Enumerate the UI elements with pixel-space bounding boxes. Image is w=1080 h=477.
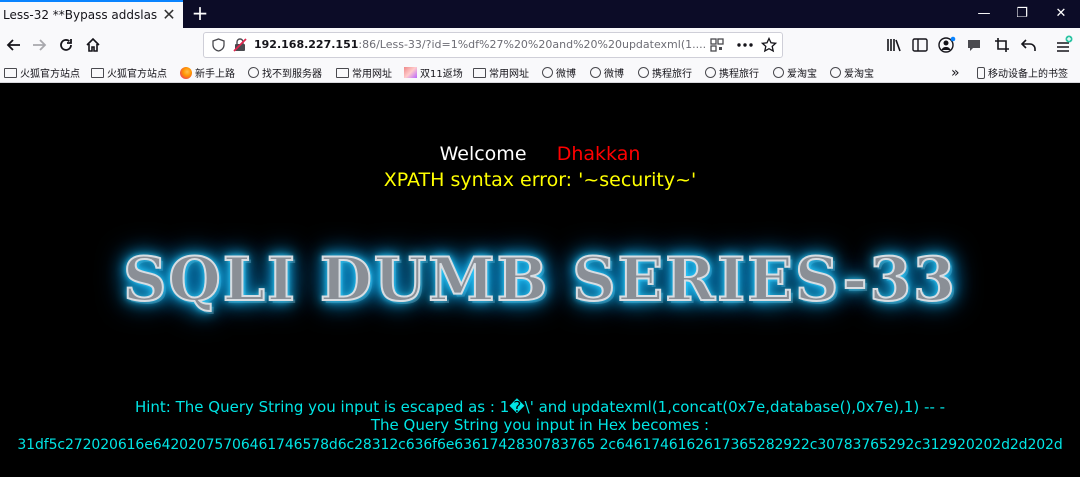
undo-button[interactable] <box>1017 33 1041 57</box>
reload-icon <box>60 39 72 51</box>
bookmark-item[interactable]: 微博 <box>590 64 624 81</box>
bookmark-label: 爱淘宝 <box>787 69 817 80</box>
folder-icon <box>4 68 17 78</box>
bookmark-label: 微博 <box>604 69 624 80</box>
welcome-line: Welcome Dhakkan <box>0 143 1080 165</box>
bookmark-star-icon[interactable] <box>761 37 777 53</box>
error-message: XPATH syntax error: '~security~' <box>383 169 697 191</box>
new-tab-button[interactable]: + <box>189 2 211 24</box>
globe-icon <box>590 67 601 78</box>
globe-icon <box>638 67 649 78</box>
library-icon <box>887 39 901 52</box>
maximize-button[interactable]: ❐ <box>1004 0 1040 28</box>
bookmark-label: 携程旅行 <box>719 69 759 80</box>
firefox-icon <box>180 66 192 79</box>
bookmarks-toolbar: 火狐官方站点 火狐官方站点 新手上路 找不到服务器 常用网址 双11返场 常用网… <box>0 62 1080 83</box>
globe-icon <box>773 67 784 78</box>
bookmark-item[interactable]: 携程旅行 <box>638 64 692 81</box>
library-button[interactable] <box>882 33 906 57</box>
bookmark-label: 常用网址 <box>489 69 529 80</box>
bookmark-label: 微博 <box>556 69 576 80</box>
bookmark-item[interactable]: 火狐官方站点 <box>91 64 167 81</box>
bookmark-label: 常用网址 <box>352 69 392 80</box>
hex-value: 31df5c272020616e64202075706461746578d6c2… <box>17 437 1063 453</box>
menu-button[interactable] <box>1052 33 1076 57</box>
bookmark-item[interactable]: 爱淘宝 <box>773 64 817 81</box>
bookmark-label: 爱淘宝 <box>844 69 874 80</box>
tab-bar: Less-32 **Bypass addslashes()** ✕ + — ❐ … <box>0 0 1080 28</box>
bookmark-label: 双11返场 <box>420 69 463 80</box>
page-content: Welcome Dhakkan XPATH syntax error: '~se… <box>0 83 1080 477</box>
bookmark-label: 找不到服务器 <box>262 69 322 80</box>
bookmark-item[interactable]: 携程旅行 <box>705 64 759 81</box>
folder-icon <box>91 68 104 78</box>
chat-button[interactable] <box>962 33 986 57</box>
globe-icon <box>248 67 259 78</box>
banner-title: SQLI DUMB SERIES-33 <box>122 244 957 316</box>
back-button[interactable] <box>2 33 26 57</box>
bookmark-label: 火狐官方站点 <box>20 69 80 80</box>
bookmark-item[interactable]: 找不到服务器 <box>248 64 322 81</box>
globe-icon <box>542 67 553 78</box>
bookmark-item[interactable]: 常用网址 <box>473 64 529 81</box>
qr-code-icon[interactable] <box>709 37 725 53</box>
shield-icon[interactable] <box>210 37 226 53</box>
folder-icon <box>473 68 486 78</box>
url-path: :86/Less-33/?id=1%df%27%20%20and%20%20up… <box>358 38 707 51</box>
home-icon <box>86 37 100 52</box>
bookmarks-overflow-button[interactable]: » <box>951 64 960 81</box>
folder-icon <box>336 68 349 78</box>
undo-icon <box>1021 39 1036 51</box>
url-bar[interactable]: 192.168.227.151:86/Less-33/?id=1%df%27%2… <box>203 32 783 58</box>
welcome-text: Welcome <box>439 143 527 165</box>
bookmark-label: 新手上路 <box>195 69 235 80</box>
screenshot-button[interactable] <box>990 33 1014 57</box>
minimize-button[interactable]: — <box>966 0 1002 28</box>
forward-button[interactable] <box>27 33 51 57</box>
bookmark-label: 火狐官方站点 <box>107 69 167 80</box>
tab-close-icon[interactable]: ✕ <box>161 7 177 23</box>
hamburger-menu-icon <box>1057 35 1073 52</box>
chat-bubble-icon <box>968 40 980 51</box>
image-icon <box>404 67 417 78</box>
home-button[interactable] <box>81 33 105 57</box>
reload-button[interactable] <box>54 33 78 57</box>
hint-text: Hint: The Query String you input is esca… <box>134 398 946 416</box>
back-arrow-icon <box>6 39 20 51</box>
insecure-lock-icon[interactable] <box>232 37 248 53</box>
tab-title: Less-32 **Bypass addslashes()** <box>3 8 158 22</box>
globe-icon <box>830 67 841 78</box>
mobile-bookmarks-label: 移动设备上的书签 <box>988 69 1068 80</box>
mobile-bookmarks[interactable]: 移动设备上的书签 <box>977 64 1068 81</box>
page-actions-icon[interactable] <box>737 37 753 53</box>
active-tab[interactable]: Less-32 **Bypass addslashes()** ✕ <box>0 0 183 28</box>
sidebar-icon <box>912 38 928 52</box>
bookmark-item[interactable]: 新手上路 <box>180 64 235 81</box>
bookmark-item[interactable]: 爱淘宝 <box>830 64 874 81</box>
bookmark-label: 携程旅行 <box>652 69 692 80</box>
url-host: 192.168.227.151 <box>254 38 359 51</box>
account-button[interactable] <box>935 33 959 57</box>
navigation-bar: 192.168.227.151:86/Less-33/?id=1%df%27%2… <box>0 28 1080 62</box>
crop-icon <box>995 38 1009 52</box>
globe-icon <box>705 67 716 78</box>
url-text[interactable]: 192.168.227.151:86/Less-33/?id=1%df%27%2… <box>254 38 709 51</box>
account-icon <box>938 36 956 53</box>
user-name: Dhakkan <box>556 143 641 165</box>
bookmark-item[interactable]: 火狐官方站点 <box>4 64 80 81</box>
forward-arrow-icon <box>33 39 47 51</box>
hex-label: The Query String you input in Hex become… <box>370 416 710 434</box>
bookmark-item[interactable]: 微博 <box>542 64 576 81</box>
bookmark-item[interactable]: 双11返场 <box>404 64 463 81</box>
bookmark-item[interactable]: 常用网址 <box>336 64 392 81</box>
window-close-button[interactable]: ✕ <box>1043 0 1079 28</box>
phone-icon <box>977 66 985 79</box>
sidebar-button[interactable] <box>908 33 932 57</box>
